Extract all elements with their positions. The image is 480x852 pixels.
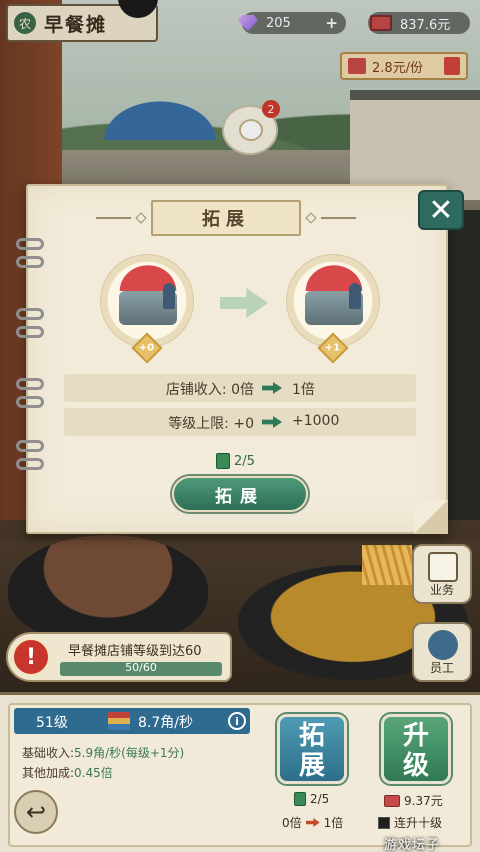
level-before: +0	[139, 342, 155, 354]
dialog-title: 拓展	[151, 200, 301, 236]
extra-bonus-label: 其他加成:	[22, 766, 75, 780]
books-icon	[108, 712, 130, 730]
confirm-expand-button[interactable]: 拓展	[172, 476, 308, 512]
title-divider	[96, 217, 131, 219]
back-button[interactable]: ↩	[14, 790, 58, 834]
expand-cost: 2/5	[294, 792, 329, 806]
multi-upgrade-checkbox[interactable]	[378, 816, 390, 829]
title-ornament	[135, 212, 147, 224]
base-income-label: 基础收入:	[22, 746, 75, 760]
upgrade-button-bottom: 级	[402, 751, 429, 781]
expand-effect: 0倍 1倍	[282, 814, 343, 831]
expand-requirement: 2/5	[216, 452, 255, 470]
stat-new-value: +1000	[292, 413, 340, 429]
binder-ring	[16, 256, 44, 268]
staff-avatar-icon	[428, 630, 458, 660]
title-divider	[321, 217, 356, 219]
requirement-count: 2/5	[234, 453, 255, 469]
binder-ring	[16, 308, 44, 320]
staff-label: 员工	[429, 661, 454, 675]
binder-ring	[16, 326, 44, 338]
binder-ring	[16, 396, 44, 408]
stall-vendor	[349, 283, 361, 309]
stat-arrow-icon	[262, 382, 282, 394]
income-rate: 8.7角/秒	[138, 715, 193, 731]
expand-button-bottom: 展	[298, 751, 325, 781]
binder-ring	[16, 440, 44, 452]
base-income-value: 5.9角/秒(每级+1分)	[74, 746, 185, 760]
task-panel[interactable]: ! 早餐摊店铺等级到达60 50/60	[6, 632, 232, 682]
expand-button[interactable]: 拓 展	[277, 714, 347, 784]
stall-level: 51级	[36, 715, 68, 731]
dialog-header: 拓展	[96, 196, 356, 240]
close-button[interactable]: ✕	[418, 190, 464, 230]
upgrade-cost: 9.37元	[384, 792, 443, 809]
extra-bonus-value: 0.45倍	[74, 766, 113, 780]
alert-icon: !	[12, 638, 50, 676]
book-icon	[294, 792, 306, 806]
title-ornament	[305, 212, 317, 224]
binder-ring	[16, 238, 44, 250]
staff-button[interactable]: 员工	[412, 622, 472, 682]
arrow-icon	[305, 818, 320, 827]
expand-cost-value: 2/5	[310, 792, 330, 806]
stat-row-income: 店铺收入: 0倍 1倍	[64, 374, 416, 402]
business-button[interactable]: 业务	[412, 544, 472, 604]
book-icon	[216, 453, 230, 469]
info-icon[interactable]: i	[228, 712, 246, 730]
cash-icon	[384, 794, 400, 807]
level-bar: 51级 8.7角/秒 i	[14, 708, 250, 734]
task-text: 早餐摊店铺等级到达60	[68, 644, 202, 659]
page-curl	[414, 500, 448, 534]
stat-new-value: 1倍	[292, 382, 315, 398]
fried-dough-sticks	[362, 545, 412, 585]
extra-bonus-line: 其他加成:0.45倍	[22, 764, 113, 781]
task-progress-bar: 50/60	[60, 661, 222, 676]
business-label: 业务	[429, 583, 454, 597]
upgrade-cost-value: 9.37元	[404, 794, 443, 808]
stat-arrow-icon	[262, 416, 282, 428]
stat-label: 店铺收入: 0倍	[165, 382, 254, 398]
base-income-line: 基础收入:5.9角/秒(每级+1分)	[22, 744, 184, 761]
binder-ring	[16, 378, 44, 390]
expand-to: 1倍	[323, 816, 344, 830]
upgrade-button[interactable]: 升 级	[381, 714, 451, 784]
stall-vendor	[163, 283, 175, 309]
clipboard-icon	[428, 552, 458, 582]
multi-upgrade-label: 连升十级	[394, 816, 443, 830]
multi-upgrade-toggle[interactable]: 连升十级	[378, 814, 442, 831]
soup-pot	[8, 535, 208, 645]
stat-row-level-cap: 等级上限: +0 +1000	[64, 408, 416, 436]
expand-from: 0倍	[282, 816, 302, 830]
stat-label: 等级上限: +0	[168, 416, 254, 432]
expand-button-top: 拓	[298, 721, 325, 751]
watermark: 游戏坛子	[384, 838, 441, 852]
binder-ring	[16, 458, 44, 470]
task-progress-text: 50/60	[125, 661, 157, 674]
level-after: +1	[325, 342, 341, 354]
upgrade-button-top: 升	[402, 721, 429, 751]
